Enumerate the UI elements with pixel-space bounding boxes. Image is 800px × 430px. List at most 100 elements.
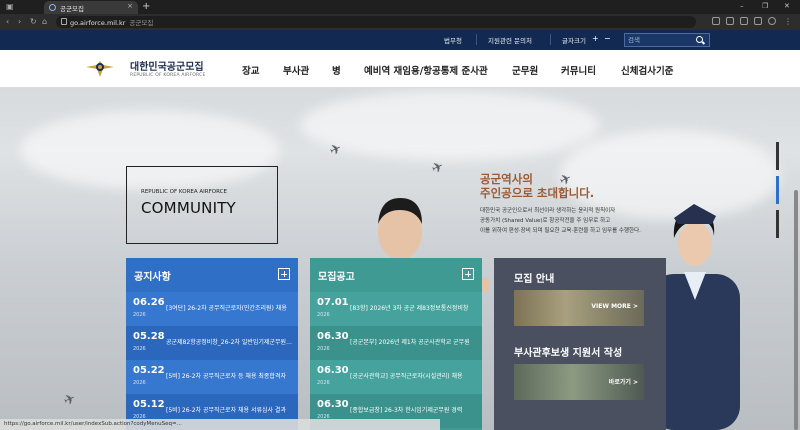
font-plus-button[interactable]: +: [592, 34, 599, 43]
menu-icon[interactable]: ⋮: [784, 17, 792, 26]
profile-icon[interactable]: [768, 17, 776, 25]
browser-tab[interactable]: 공군모집 ×: [44, 1, 138, 14]
row-year: 2026: [133, 380, 146, 386]
download-icon[interactable]: [726, 17, 734, 25]
tab-title: 공군모집: [60, 5, 84, 13]
row-date: 06.26: [133, 297, 165, 308]
row-year: 2026: [133, 346, 146, 352]
search-input[interactable]: [628, 35, 692, 45]
row-year: 2026: [317, 380, 330, 386]
url-text: go.airforce.mil.kr: [70, 19, 126, 27]
recruit-row[interactable]: 06.30 2026 [공군본부] 2026년 제1차 공군사관학교 군무원: [310, 326, 482, 360]
shortcut-button[interactable]: 바로가기 >: [609, 377, 638, 386]
font-size-label: 글자크기: [562, 37, 586, 45]
row-text[interactable]: [종합보급창] 26-3차 한시임기제군무원 경력: [350, 405, 476, 414]
recruit-row[interactable]: 07.01 2026 [83항] 2026년 3차 공군 제83정보통신정비창: [310, 292, 482, 326]
extension-icon[interactable]: [712, 17, 720, 25]
notice-title[interactable]: 공지사항: [134, 268, 171, 283]
divider: [476, 34, 477, 45]
web-page: ✈ ✈ ✈ ✈ 법무청 지원관련 문의처 글자크기 + − 대한민국공군모집 R…: [0, 30, 800, 430]
row-date: 06.30: [317, 399, 349, 410]
guide-board: 모집 안내 VIEW MORE > 부사관후보생 지원서 작성 바로가기 >: [494, 258, 666, 430]
recruit-more-button[interactable]: [462, 268, 474, 280]
font-minus-button[interactable]: −: [604, 34, 611, 43]
logo-title[interactable]: 대한민국공군모집: [130, 58, 204, 73]
address-bar-row: ‹ › ↻ ⌂ go.airforce.mil.kr 공군모집 ⋮: [0, 14, 800, 30]
home-icon[interactable]: ⌂: [42, 17, 47, 26]
url-input[interactable]: go.airforce.mil.kr 공군모집: [56, 16, 696, 28]
community-title-box: REPUBLIC OF KOREA AIRFORCE COMMUNITY: [126, 166, 278, 244]
recruit-title[interactable]: 모집공고: [318, 268, 355, 283]
community-kicker: REPUBLIC OF KOREA AIRFORCE: [141, 189, 227, 195]
notice-board: 공지사항 06.26 2026 [3여단] 26-2차 공무직근로자(민간조리원…: [126, 258, 298, 430]
util-link-contact[interactable]: 지원관련 문의처: [488, 35, 532, 45]
menu-reserve[interactable]: 예비역 재임용/항공통제 준사관: [364, 63, 488, 77]
new-tab-button[interactable]: +: [142, 1, 150, 12]
search-icon[interactable]: [696, 36, 703, 43]
recruit-board: 모집공고 07.01 2026 [83항] 2026년 3차 공군 제83정보통…: [310, 258, 482, 430]
menu-civilian[interactable]: 군무원: [512, 63, 538, 77]
row-text[interactable]: 공군제82항공정비창_26-2차 일반임기제군무원 채용: [166, 337, 292, 346]
close-window-button[interactable]: ✕: [784, 2, 790, 10]
reload-icon[interactable]: ↻: [30, 17, 37, 26]
media-icon[interactable]: [740, 17, 748, 25]
recruit-row[interactable]: 06.30 2026 [공군사관학교] 공무직근로자(시설관리) 채용: [310, 360, 482, 394]
row-text[interactable]: [5비] 26-2차 공무직근로자 채용 서류심사 결과: [166, 405, 292, 414]
minimize-button[interactable]: –: [740, 2, 744, 10]
row-date: 07.01: [317, 297, 349, 308]
section-indicator[interactable]: [776, 210, 779, 238]
notice-row[interactable]: 06.26 2026 [3여단] 26-2차 공무직근로자(민간조리원) 채용: [126, 292, 298, 326]
row-text[interactable]: [공군본부] 2026년 제1차 공군사관학교 군무원: [350, 337, 476, 346]
airforce-emblem-icon[interactable]: [85, 57, 115, 81]
back-icon[interactable]: ‹: [6, 17, 9, 26]
site-name: 공군모집: [129, 19, 154, 27]
menu-officer[interactable]: 장교: [242, 63, 259, 77]
utility-bar: 법무청 지원관련 문의처 글자크기 + −: [0, 30, 800, 50]
row-year: 2026: [317, 312, 330, 318]
favicon-icon: [49, 4, 56, 11]
search-box: [624, 33, 710, 47]
browser-tabbar: ▣ 공군모집 × + – ❐ ✕: [0, 0, 800, 14]
row-date: 06.30: [317, 365, 349, 376]
menu-community[interactable]: 커뮤니티: [561, 63, 596, 77]
row-text[interactable]: [83항] 2026년 3차 공군 제83정보통신정비창: [350, 303, 476, 312]
menu-nco[interactable]: 부사관: [283, 63, 309, 77]
restore-button[interactable]: ❐: [762, 2, 768, 10]
tab-close-icon[interactable]: ×: [127, 2, 133, 10]
forward-icon[interactable]: ›: [18, 17, 21, 26]
notice-more-button[interactable]: [278, 268, 290, 280]
jet-icon: ✈: [61, 390, 79, 410]
notice-row[interactable]: 05.28 2026 공군제82항공정비창_26-2차 일반임기제군무원 채용: [126, 326, 298, 360]
cloud-decoration: [300, 90, 600, 160]
nco-application-title: 부사관후보생 지원서 작성: [514, 348, 623, 359]
cast-icon[interactable]: [754, 17, 762, 25]
row-year: 2026: [317, 346, 330, 352]
menu-physical[interactable]: 신체검사기준: [621, 63, 673, 77]
nco-photo-link[interactable]: 바로가기 >: [514, 364, 644, 400]
guide-title: 모집 안내: [514, 274, 555, 285]
util-link-law[interactable]: 법무청: [444, 35, 462, 45]
row-date: 06.30: [317, 331, 349, 342]
tab-search-icon[interactable]: ▣: [6, 2, 14, 11]
section-indicator-active[interactable]: [776, 176, 779, 204]
site-info-icon[interactable]: [61, 18, 67, 25]
row-date: 05.12: [133, 399, 165, 410]
row-text[interactable]: [5비] 26-2차 공무직근로자 등 채용 최종합격자: [166, 371, 292, 380]
status-bar: https://go.airforce.mil.kr/user/indexSub…: [0, 419, 440, 430]
guide-photo-link[interactable]: VIEW MORE >: [514, 290, 644, 326]
notice-row[interactable]: 05.22 2026 [5비] 26-2차 공무직근로자 등 채용 최종합격자: [126, 360, 298, 394]
row-year: 2026: [133, 312, 146, 318]
row-text[interactable]: [3여단] 26-2차 공무직근로자(민간조리원) 채용: [166, 303, 292, 312]
view-more-button[interactable]: VIEW MORE >: [591, 303, 638, 310]
logo-subtitle: REPUBLIC OF KOREA AIRFORCE: [130, 73, 206, 78]
recruit-header: 모집공고: [310, 258, 482, 288]
row-text[interactable]: [공군사관학교] 공무직근로자(시설관리) 채용: [350, 371, 476, 380]
page-scrollbar[interactable]: [794, 190, 798, 430]
section-indicator[interactable]: [776, 142, 779, 170]
row-date: 05.28: [133, 331, 165, 342]
menu-enlisted[interactable]: 병: [332, 63, 341, 77]
notice-header: 공지사항: [126, 258, 298, 288]
main-navigation: 대한민국공군모집 REPUBLIC OF KOREA AIRFORCE 장교 부…: [0, 50, 800, 88]
row-date: 05.22: [133, 365, 165, 376]
divider: [550, 34, 551, 45]
